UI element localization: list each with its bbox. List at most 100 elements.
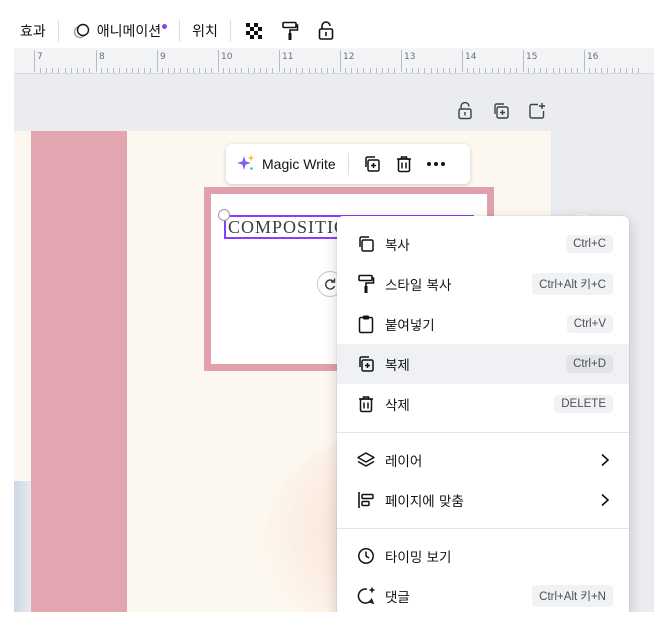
animate-button[interactable]: 애니메이션	[71, 14, 168, 48]
ruler-tick	[284, 68, 285, 73]
element-floating-toolbar: Magic Write	[226, 144, 470, 184]
menu-item-copy[interactable]: 복사 Ctrl+C	[337, 224, 629, 264]
ruler-tick	[449, 68, 450, 73]
ruler-tick	[595, 68, 596, 73]
ruler-tick	[46, 68, 47, 73]
ruler-tick	[107, 68, 108, 73]
ruler-tick	[321, 68, 322, 73]
editor-viewport: 효과 애니메이션 위치 7 8 9 10 11 12 13 14 15 16 C…	[14, 14, 654, 612]
ruler-tick	[626, 68, 627, 73]
menu-item-paste[interactable]: 붙여넣기 Ctrl+V	[337, 304, 629, 344]
ruler-tick	[77, 68, 78, 73]
ruler-tick	[193, 68, 194, 73]
menu-item-delete[interactable]: 삭제 DELETE	[337, 384, 629, 424]
copy-icon	[355, 233, 377, 255]
shortcut-badge: Ctrl+Alt 키+C	[532, 273, 613, 295]
duplicate-page-icon[interactable]	[490, 100, 512, 122]
ruler-tick	[504, 68, 505, 73]
ruler-tick	[266, 68, 267, 73]
ruler-tick	[424, 68, 425, 73]
context-menu: 복사 Ctrl+C 스타일 복사 Ctrl+Alt 키+C 붙여넣기 Ctrl+…	[337, 216, 629, 612]
ruler-tick	[52, 68, 53, 73]
lock-page-icon[interactable]	[454, 100, 476, 122]
ruler-tick	[376, 68, 377, 73]
ruler-tick	[71, 68, 72, 73]
ruler-tick	[388, 68, 389, 73]
position-button[interactable]: 위치	[192, 14, 218, 48]
ruler-tick	[455, 68, 456, 73]
menu-item-label: 스타일 복사	[385, 278, 452, 294]
ruler-tick	[382, 68, 383, 73]
align-icon	[355, 489, 377, 511]
duplicate-icon[interactable]	[361, 153, 383, 175]
ruler-tick	[89, 68, 90, 73]
top-toolbar: 효과 애니메이션 위치	[14, 14, 654, 48]
menu-item-show-timing[interactable]: 타이밍 보기	[337, 536, 629, 576]
ruler-tick	[443, 68, 444, 73]
ruler-tick	[473, 68, 474, 73]
menu-item-duplicate[interactable]: 복제 Ctrl+D	[337, 344, 629, 384]
ruler-tick	[180, 68, 181, 73]
effects-button[interactable]: 효과	[14, 14, 46, 48]
ruler-tick	[309, 68, 310, 73]
ruler-tick	[199, 68, 200, 73]
ruler-tick	[467, 68, 468, 73]
comment-add-icon	[355, 585, 377, 607]
ruler-tick	[65, 68, 66, 73]
ruler-tick	[223, 68, 224, 73]
toolbar-divider	[57, 20, 59, 42]
resize-handle[interactable]	[218, 209, 230, 221]
ruler-mark: 16	[587, 52, 599, 62]
ruler-tick	[162, 68, 163, 73]
magic-write-button[interactable]: Magic Write	[236, 153, 336, 176]
menu-item-copy-style[interactable]: 스타일 복사 Ctrl+Alt 키+C	[337, 264, 629, 304]
add-page-icon[interactable]	[526, 100, 548, 122]
menu-item-label: 삭제	[385, 398, 410, 414]
ruler-tick	[229, 68, 230, 73]
ruler-tick	[144, 68, 145, 73]
menu-item-layers[interactable]: 레이어	[337, 440, 629, 480]
ruler-tick	[479, 68, 480, 73]
ruler-tick	[431, 68, 432, 73]
ruler-tick	[101, 68, 102, 73]
ruler-mark: 9	[160, 52, 166, 62]
paint-roller-icon[interactable]	[279, 20, 301, 42]
menu-item-comment[interactable]: 댓글 Ctrl+Alt 키+N	[337, 576, 629, 612]
ruler-tick	[345, 68, 346, 73]
menu-divider	[337, 528, 629, 529]
ruler-tick	[412, 68, 413, 73]
ruler-tick	[559, 68, 560, 73]
menu-item-align-to-page[interactable]: 페이지에 맞춤	[337, 480, 629, 520]
menu-item-label: 페이지에 맞춤	[385, 494, 464, 510]
menu-item-label: 타이밍 보기	[385, 550, 452, 566]
ruler-tick	[235, 68, 236, 73]
ruler-tick	[498, 68, 499, 73]
menu-item-label: 복사	[385, 238, 410, 254]
ruler-mark: 10	[221, 52, 233, 62]
magic-write-label: Magic Write	[262, 156, 336, 172]
page-controls	[454, 100, 548, 122]
pink-stripe-graphic[interactable]	[31, 131, 127, 612]
clipboard-icon	[355, 313, 377, 335]
lock-icon[interactable]	[315, 20, 337, 42]
ruler-tick	[302, 68, 303, 73]
ruler-tick	[254, 68, 255, 73]
ruler-tick	[565, 68, 566, 73]
ruler-tick	[290, 68, 291, 73]
trash-icon	[355, 393, 377, 415]
ruler-tick	[638, 68, 639, 73]
transparency-icon[interactable]	[243, 20, 265, 42]
ruler-tick	[126, 68, 127, 73]
menu-item-label: 댓글	[385, 590, 410, 606]
trash-icon[interactable]	[393, 153, 415, 175]
duplicate-icon	[355, 353, 377, 375]
ruler-tick	[546, 68, 547, 73]
ruler-tick	[119, 68, 120, 73]
ruler-tick	[168, 68, 169, 73]
ruler-tick	[248, 68, 249, 73]
animate-icon	[71, 20, 93, 42]
menu-item-label: 복제	[385, 358, 410, 374]
effects-label: 효과	[20, 24, 46, 40]
menu-item-label: 붙여넣기	[385, 318, 435, 334]
more-options-icon[interactable]	[425, 153, 447, 175]
